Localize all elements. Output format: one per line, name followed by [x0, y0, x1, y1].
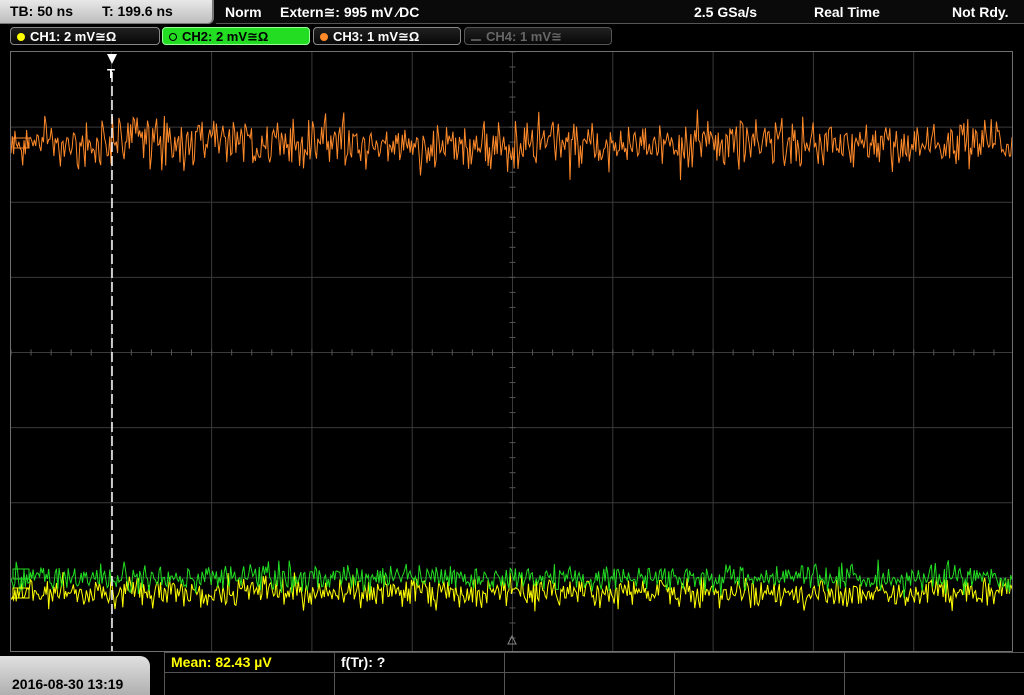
acquisition-status: Not Rdy. [952, 4, 1009, 20]
trigger-source[interactable]: Extern≅: 995 mV ⁄DC [280, 0, 419, 24]
channel-3-dot-icon [320, 33, 328, 41]
channel-1-label: CH1: 2 mV≅Ω [30, 29, 117, 44]
measurement-cell-2[interactable]: f(Tr): ? [334, 652, 504, 695]
channel-1-dot-icon [17, 33, 25, 41]
waveform-display[interactable]: T [10, 51, 1013, 652]
timebase-label: TB: 50 ns [10, 3, 74, 19]
trigger-time-label: T: 199.6 ns [102, 3, 173, 19]
status-bar: TB: 50 ns T: 199.6 ns Norm Extern≅: 995 … [0, 0, 1024, 24]
channel-4-tab[interactable]: CH4: 1 mV≅ [464, 27, 612, 45]
datetime-box: 2016-08-30 13:19 [0, 656, 150, 695]
trigger-position-icon [107, 54, 117, 64]
bottom-bar: 2016-08-30 13:19 Mean: 82.43 µV f(Tr): ? [0, 652, 1024, 695]
measurement-cell-1[interactable]: Mean: 82.43 µV [164, 652, 334, 695]
channel-2-label: CH2: 2 mV≅Ω [182, 29, 269, 44]
trigger-mode[interactable]: Norm [225, 0, 262, 24]
measurement-cell-4[interactable] [674, 652, 844, 695]
datetime-label: 2016-08-30 13:19 [12, 676, 124, 692]
trigger-marker-label[interactable]: T [107, 66, 115, 81]
frequency-measurement: f(Tr): ? [341, 654, 386, 670]
sample-rate: 2.5 GSa/s [694, 4, 758, 20]
channel-1-tab[interactable]: CH1: 2 mV≅Ω [10, 27, 160, 45]
mean-measurement: Mean: 82.43 µV [171, 654, 272, 670]
measurement-cell-5[interactable] [844, 652, 1024, 695]
channel-3-label: CH3: 1 mV≅Ω [333, 29, 420, 44]
channel-2-tab[interactable]: CH2: 2 mV≅Ω [162, 27, 310, 45]
measurement-cell-3[interactable] [504, 652, 674, 695]
acquisition-mode[interactable]: Real Time [814, 0, 880, 24]
timebase-box[interactable]: TB: 50 ns T: 199.6 ns [0, 0, 214, 24]
channel-bar: CH1: 2 mV≅Ω CH2: 2 mV≅Ω CH3: 1 mV≅Ω CH4:… [0, 26, 1024, 48]
waveform-canvas [11, 52, 1012, 651]
channel-4-label: CH4: 1 mV≅ [486, 29, 562, 44]
channel-4-dash-icon [471, 39, 481, 41]
channel-3-tab[interactable]: CH3: 1 mV≅Ω [313, 27, 461, 45]
channel-2-dot-icon [169, 33, 177, 41]
